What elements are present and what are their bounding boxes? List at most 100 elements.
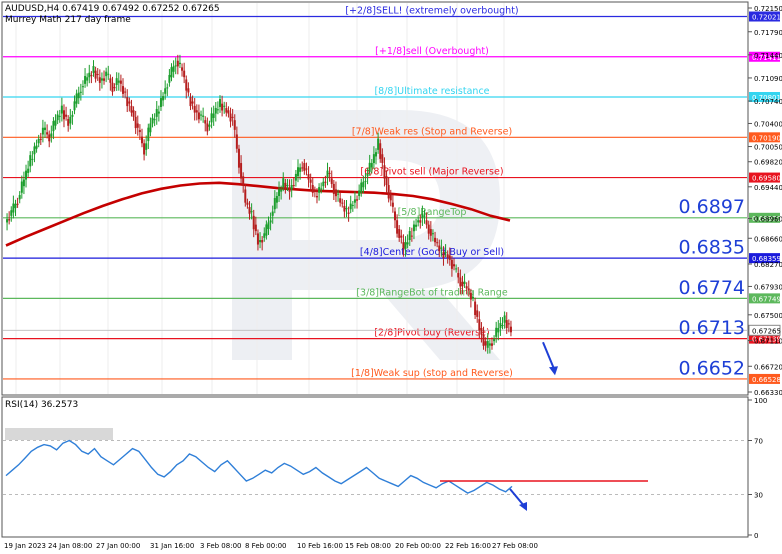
candle-body <box>337 193 340 195</box>
candle-body <box>459 277 462 287</box>
candle-body <box>412 224 415 232</box>
y-tick-label: 0.67500 <box>754 312 782 320</box>
candle-body <box>54 120 57 126</box>
candle-body <box>265 224 268 236</box>
candle-body <box>398 229 401 238</box>
callout-label: 0.6774 <box>679 277 745 299</box>
candle-body <box>345 207 348 210</box>
candle-body <box>20 181 23 193</box>
candle-body <box>322 181 325 187</box>
candle-body <box>46 132 49 135</box>
candle-body <box>364 180 367 182</box>
candle-body <box>35 145 38 149</box>
candle-body <box>469 292 472 300</box>
candle-body <box>474 301 477 316</box>
candle-body <box>86 77 89 81</box>
candle-body <box>136 123 139 128</box>
level-price-text: 0.67749 <box>752 295 781 303</box>
candle-body <box>334 189 337 197</box>
candle-body <box>315 196 318 198</box>
candle-body <box>402 242 405 249</box>
candle-body <box>488 343 491 346</box>
candle-body <box>67 119 70 126</box>
x-tick-label: 22 Feb 16:00 <box>445 542 491 550</box>
candle-body <box>385 176 388 186</box>
candle-body <box>37 138 40 144</box>
candle-body <box>379 143 382 159</box>
candle-body <box>229 113 232 122</box>
candle-body <box>212 113 215 118</box>
candle-body <box>145 143 148 150</box>
candle-body <box>191 101 194 104</box>
candle-body <box>138 130 141 133</box>
candle-body <box>471 296 474 298</box>
level-price-text: 0.66528 <box>752 376 781 384</box>
candle-body <box>248 207 251 214</box>
candle-body <box>387 185 390 199</box>
candle-body <box>18 195 21 200</box>
candle-body <box>178 62 181 65</box>
candle-body <box>240 163 243 179</box>
current-price-text: 0.67265 <box>752 327 781 335</box>
candle-body <box>60 105 63 114</box>
candle-body <box>330 178 333 184</box>
candle-body <box>288 187 291 192</box>
candle-body <box>305 168 308 170</box>
candle-body <box>65 114 68 117</box>
candle-body <box>140 136 143 144</box>
candle-body <box>375 152 378 157</box>
y-tick-label: 0.66330 <box>754 389 782 397</box>
candle-body <box>493 339 496 342</box>
candle-body <box>115 78 118 85</box>
x-tick-label: 3 Feb 08:00 <box>200 542 241 550</box>
y-tick-label: 0.71790 <box>754 29 782 37</box>
candle-body <box>415 224 418 227</box>
candle-body <box>292 185 295 187</box>
candle-body <box>301 167 304 169</box>
candle-body <box>290 185 293 190</box>
level-price-text: 0.70190 <box>752 134 781 142</box>
candle-body <box>176 60 179 67</box>
candle-body <box>406 242 409 245</box>
candle-body <box>185 79 188 91</box>
candle-body <box>117 80 120 83</box>
candle-body <box>448 255 451 260</box>
candle-body <box>482 334 485 346</box>
candle-body <box>381 154 384 163</box>
candle-body <box>297 167 300 177</box>
candle-body <box>440 247 443 249</box>
candle-body <box>149 123 152 133</box>
candle-body <box>499 323 502 328</box>
candle-body <box>434 237 437 243</box>
candle-body <box>10 210 13 216</box>
candle-body <box>98 77 101 83</box>
candle-body <box>202 115 205 117</box>
candle-body <box>282 178 285 188</box>
y-tick-label: 0.69820 <box>754 159 782 167</box>
candle-body <box>400 235 403 238</box>
candle-body <box>242 176 245 185</box>
candle-body <box>486 340 489 348</box>
candle-body <box>507 323 510 325</box>
candle-body <box>455 268 458 270</box>
candle-body <box>77 92 80 99</box>
rsi-label: RSI(14) 36.2573 <box>5 400 78 410</box>
level-label: [3/8]RangeBot of trading Range <box>356 287 508 298</box>
candle-body <box>79 91 82 93</box>
candle-body <box>33 146 36 155</box>
y-tick-label: 0.67930 <box>754 283 782 291</box>
candle-body <box>429 229 432 236</box>
candle-body <box>73 101 76 111</box>
candle-body <box>48 134 51 142</box>
rsi-panel <box>1 396 749 538</box>
candle-body <box>151 117 154 124</box>
candle-body <box>463 281 466 285</box>
candle-body <box>153 119 156 121</box>
candle-body <box>132 110 135 117</box>
candle-body <box>113 87 116 89</box>
x-tick-label: 27 Jan 00:00 <box>96 542 140 550</box>
candle-body <box>303 163 306 171</box>
candle-body <box>71 114 74 117</box>
candle-body <box>347 212 350 214</box>
candle-body <box>280 189 283 192</box>
